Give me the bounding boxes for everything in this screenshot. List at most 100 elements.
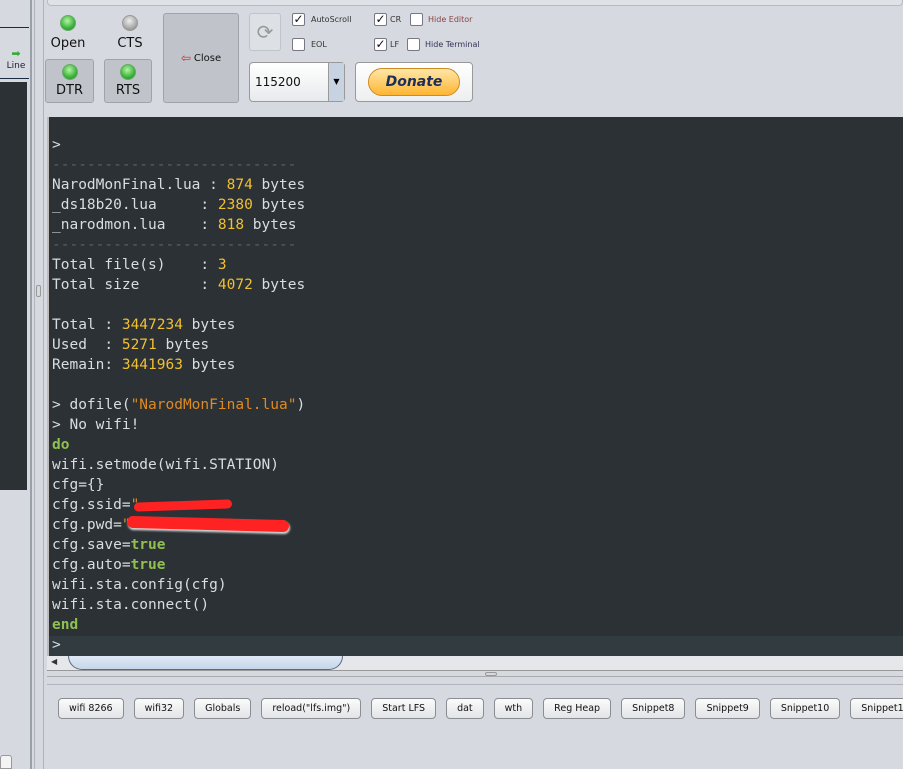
terminal-token-text: wifi.sta.config(cfg) [52,577,227,593]
terminal-line: ---------------------------- [52,235,305,255]
snippet-button[interactable]: Reg Heap [543,698,612,719]
autoscroll-checkbox[interactable]: ✓ [292,13,305,26]
terminal-token-text: > dofile( [52,397,131,413]
lf-label: LF [390,40,400,49]
terminal-line: NarodMonFinal.lua : 874 bytes [52,175,305,195]
donate-button-frame[interactable]: Donate [355,62,473,102]
terminal-token-text: cfg={} [52,477,105,493]
snippet-button[interactable]: wifi32 [133,698,185,719]
snippet-button[interactable]: wifi 8266 [58,698,124,719]
baud-select[interactable]: 115200 ▼ [249,62,345,102]
snippet-button[interactable]: Globals [194,698,252,719]
terminal-line: _ds18b20.lua : 2380 bytes [52,195,305,215]
cr-checkbox[interactable]: ✓ [374,13,387,26]
left-editor-area[interactable] [0,82,27,490]
snippet-button[interactable]: wth [493,698,534,719]
terminal-token-string: "NarodMonFinal.lua" [130,397,297,413]
rts-label: RTS [115,83,141,98]
terminal-token-text: bytes [156,337,210,353]
terminal-token-text: bytes [252,197,306,213]
terminal-token-number: 874 [226,177,253,193]
hide-terminal-label: Hide Terminal [425,40,480,49]
hide-terminal-checkbox[interactable] [407,38,420,51]
terminal-line: > [52,135,305,155]
divider [47,684,903,685]
line-button[interactable]: ➡ Line [2,44,30,82]
terminal-lines: > ---------------------------- NarodMonFin… [52,135,305,655]
divider [47,676,903,677]
terminal-token-text: bytes [252,177,306,193]
line-label: Line [6,61,26,71]
terminal-token-number: 3441963 [121,357,183,373]
terminal-output[interactable]: > ---------------------------- NarodMonFin… [47,117,903,656]
dtr-led-icon [61,64,78,80]
rts-led-icon [120,64,136,80]
scroll-left-icon[interactable]: ◀ [51,657,57,666]
cts-led-icon [122,15,138,31]
terminal-token-text: _ds18b20.lua : [52,197,218,213]
terminal-token-text: > No wifi! [52,417,140,433]
terminal-token-text: Used : [52,337,122,353]
close-button[interactable]: ⇦ Close [163,13,239,103]
dtr-button[interactable]: DTR [45,59,94,103]
snippet-button[interactable]: Snippet11 [850,698,903,719]
splitter[interactable] [34,0,44,769]
snippet-button[interactable]: Snippet10 [769,698,841,719]
scrollbar-thumb[interactable] [68,656,343,670]
terminal-token-text: cfg.save= [52,537,131,553]
terminal-token-text: wifi.setmode(wifi.STATION) [52,457,279,473]
refresh-icon[interactable]: ⟳ [249,13,281,51]
cr-label: CR [390,15,402,24]
snippet-button[interactable]: dat [446,698,484,719]
divider [0,78,29,79]
terminal-token-text: _narodmon.lua : [52,217,218,233]
terminal-token-number: 5271 [121,337,157,353]
terminal-token-text: Remain: [52,357,122,373]
terminal-line: cfg={} [52,475,305,495]
terminal-line: wifi.sta.connect() [52,595,305,615]
snippet-button[interactable]: reload("lfs.img") [261,698,362,719]
splitter-grip[interactable] [485,672,497,676]
terminal-line: wifi.setmode(wifi.STATION) [52,455,305,475]
left-bottom-button[interactable] [0,755,12,769]
terminal-token-text: bytes [252,277,306,293]
terminal-line: Remain: 3441963 bytes [52,355,305,375]
terminal-token-keyword: end [52,617,79,633]
terminal-token-text: cfg.pwd= [52,517,122,533]
terminal-token-text: Total size : [52,277,218,293]
eol-checkbox[interactable] [292,38,305,51]
terminal-token-text: ) [296,397,306,413]
close-label: Close [193,52,222,64]
terminal-line: cfg.auto=true [52,555,305,575]
lf-checkbox[interactable]: ✓ [374,38,387,51]
snippet-button[interactable]: Snippet9 [695,698,760,719]
terminal-token-text: Total : [52,317,122,333]
snippet-button[interactable]: Snippet8 [621,698,686,719]
terminal-token-number: 3 [217,257,227,273]
terminal-token-text: wifi.sta.connect() [52,597,210,613]
terminal-line: Total : 3447234 bytes [52,315,305,335]
terminal-token-text: cfg.ssid= [52,497,131,513]
rts-button[interactable]: RTS [104,59,152,103]
terminal-line: > No wifi! [52,415,305,435]
terminal-token-keyword: true [130,557,166,573]
splitter-grip[interactable] [36,285,41,297]
terminal-line: > [52,635,305,655]
terminal-line: ---------------------------- [52,155,305,175]
terminal-line: Used : 5271 bytes [52,335,305,355]
terminal-line: cfg.save=true [52,535,305,555]
top-bar [47,0,903,6]
donate-button[interactable]: Donate [368,68,460,96]
hide-editor-checkbox[interactable] [410,13,423,26]
terminal-token-text: bytes [182,357,236,373]
chevron-down-icon[interactable]: ▼ [328,63,344,101]
hide-editor-label: Hide Editor [428,15,473,24]
dtr-label: DTR [56,83,83,98]
terminal-line: end [52,615,305,635]
cts-label: CTS [117,36,143,51]
eol-label: EOL [311,40,327,49]
open-label[interactable]: Open [48,36,88,51]
snippet-button[interactable]: Start LFS [371,698,437,719]
